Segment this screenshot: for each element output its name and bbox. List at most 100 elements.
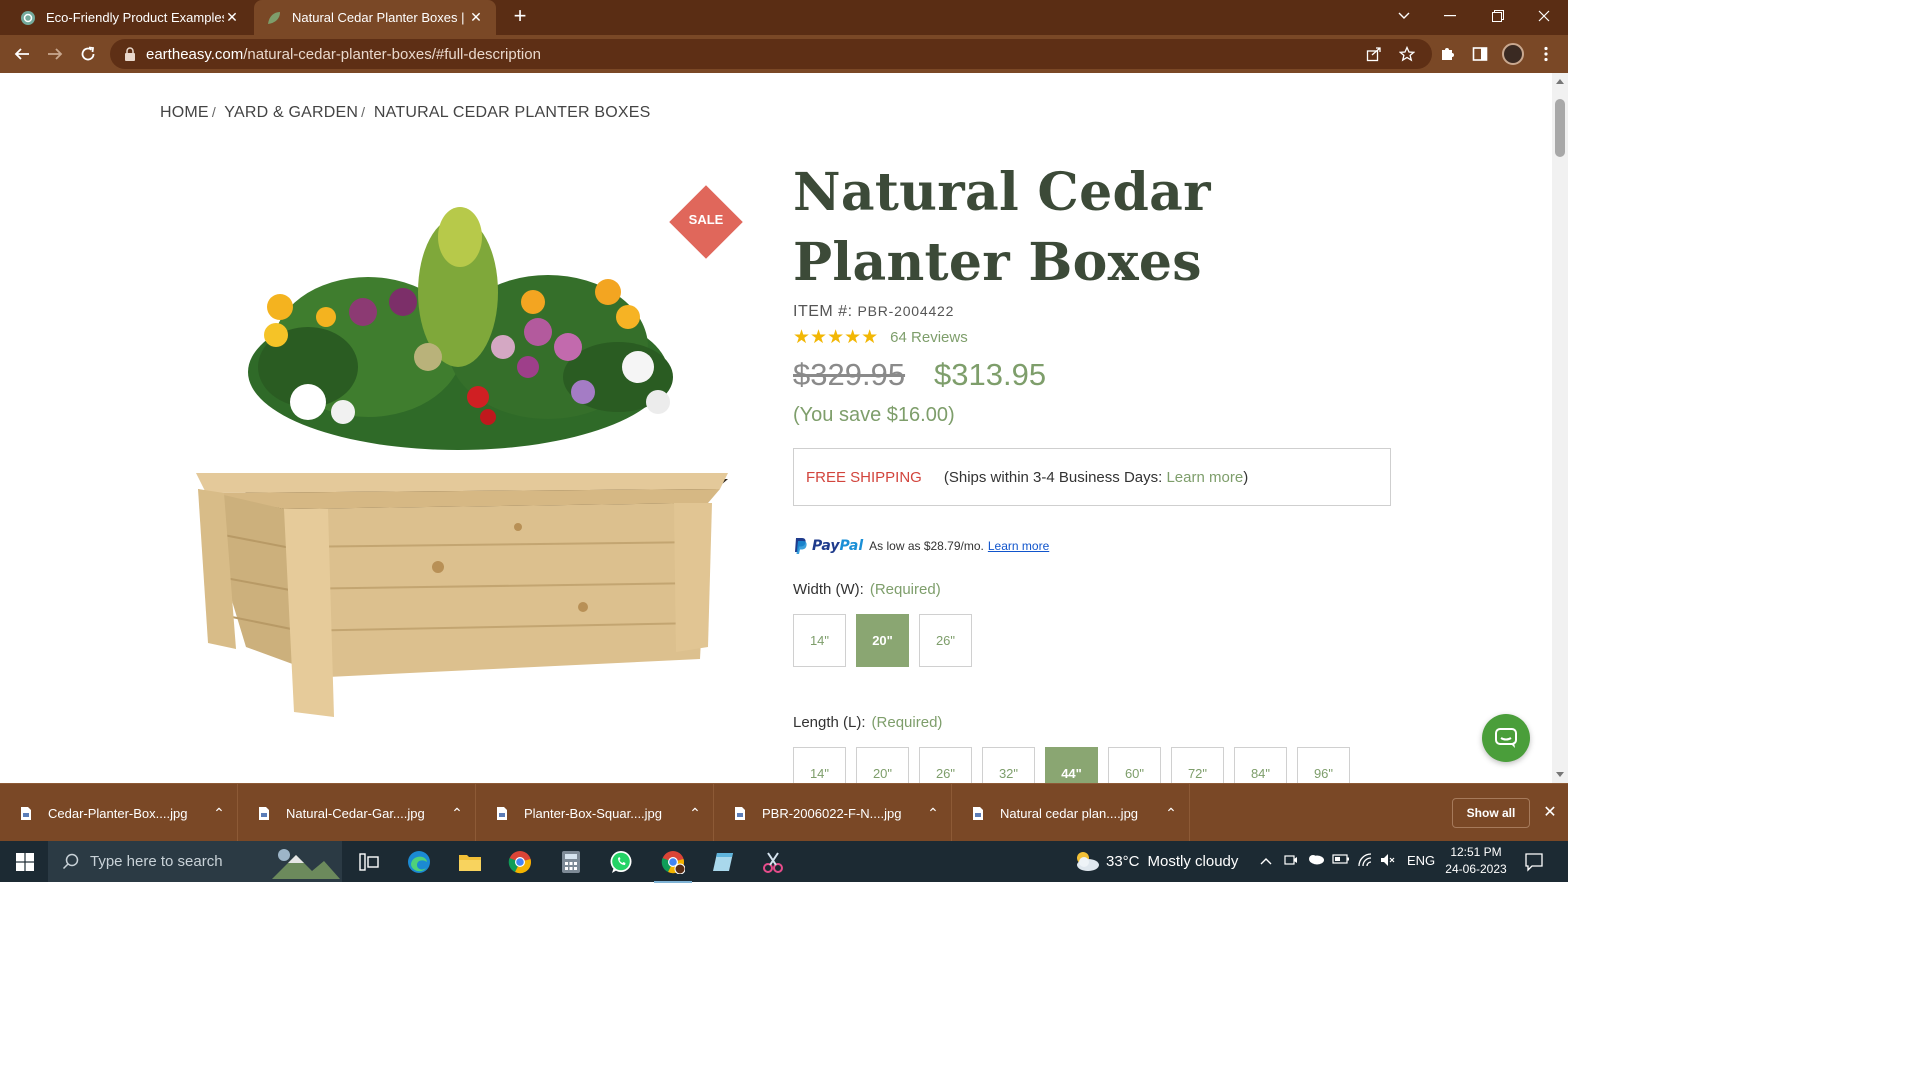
sale-price: $313.95	[934, 357, 1047, 392]
weather-temperature: 33°C	[1106, 852, 1140, 870]
close-downloads-icon[interactable]: ✕	[1540, 802, 1560, 822]
close-tab-icon[interactable]: ✕	[468, 9, 484, 26]
tab-eco-friendly[interactable]: Eco-Friendly Product Examples ✕	[8, 0, 252, 35]
share-icon[interactable]	[1362, 42, 1386, 66]
show-hidden-icons-chevron-icon[interactable]	[1260, 853, 1272, 868]
product-image[interactable]	[188, 197, 736, 727]
whatsapp-icon[interactable]	[608, 849, 634, 875]
length-option-32[interactable]: 32"	[982, 747, 1035, 783]
chevron-up-icon[interactable]: ⌃	[201, 805, 237, 822]
original-price: $329.95	[793, 357, 906, 392]
item-number-label: ITEM #:	[793, 303, 853, 320]
chevron-up-icon[interactable]: ⌃	[677, 805, 713, 822]
scroll-down-arrow-icon[interactable]	[1556, 772, 1564, 777]
length-option-44[interactable]: 44"	[1045, 747, 1098, 783]
weather-widget[interactable]: 33°C Mostly cloudy	[1072, 850, 1238, 872]
scroll-up-arrow-icon[interactable]	[1556, 79, 1564, 84]
show-all-downloads-button[interactable]: Show all	[1452, 798, 1530, 828]
close-window-button[interactable]	[1522, 0, 1566, 32]
download-item[interactable]: Cedar-Planter-Box....jpg ⌃	[0, 784, 238, 842]
reviews-link[interactable]: 64 Reviews	[890, 329, 968, 346]
chrome-profile-active-icon[interactable]	[654, 849, 692, 883]
breadcrumb-separator: /	[211, 104, 216, 120]
battery-icon[interactable]	[1332, 853, 1350, 868]
tab-natural-cedar[interactable]: Natural Cedar Planter Boxes | Ear ✕	[254, 0, 496, 35]
weather-description: Mostly cloudy	[1147, 852, 1239, 870]
taskbar-clock[interactable]: 12:51 PM 24-06-2023	[1440, 844, 1512, 878]
edge-browser-icon[interactable]	[406, 849, 432, 875]
reload-icon[interactable]	[76, 42, 100, 66]
back-arrow-icon[interactable]	[10, 42, 34, 66]
file-icon	[259, 806, 269, 820]
scrollbar-thumb[interactable]	[1555, 99, 1565, 157]
savings-text: (You save $16.00)	[793, 404, 955, 426]
calculator-icon[interactable]	[558, 849, 584, 875]
leaf-favicon-icon	[268, 11, 280, 24]
length-option-14[interactable]: 14"	[793, 747, 846, 783]
browser-toolbar: eartheasy.com/natural-cedar-planter-boxe…	[0, 35, 1568, 73]
task-view-icon[interactable]	[356, 849, 382, 875]
meet-now-icon[interactable]	[1284, 853, 1298, 870]
new-tab-button[interactable]: +	[508, 5, 532, 29]
chevron-up-icon[interactable]: ⌃	[439, 805, 475, 822]
profile-avatar[interactable]	[1502, 43, 1524, 65]
length-option-60[interactable]: 60"	[1108, 747, 1161, 783]
shipping-learn-more-link[interactable]: Learn more	[1166, 469, 1243, 486]
breadcrumb-current[interactable]: NATURAL CEDAR PLANTER BOXES	[374, 104, 651, 121]
download-item[interactable]: Natural-Cedar-Gar....jpg ⌃	[238, 784, 476, 842]
chevron-up-icon[interactable]: ⌃	[1153, 805, 1189, 822]
length-option-84[interactable]: 84"	[1234, 747, 1287, 783]
notepad-icon[interactable]	[710, 849, 736, 875]
address-bar[interactable]: eartheasy.com/natural-cedar-planter-boxe…	[110, 39, 1432, 69]
length-option-label: Length (L): (Required)	[793, 714, 943, 731]
free-shipping-label: FREE SHIPPING	[806, 468, 922, 486]
tab-title: Eco-Friendly Product Examples	[46, 10, 224, 25]
download-item[interactable]: Natural cedar plan....jpg ⌃	[952, 784, 1190, 842]
breadcrumb: HOME / YARD & GARDEN / NATURAL CEDAR PLANT…	[160, 104, 650, 122]
length-option-72[interactable]: 72"	[1171, 747, 1224, 783]
breadcrumb-home[interactable]: HOME	[160, 104, 209, 121]
length-option-26[interactable]: 26"	[919, 747, 972, 783]
search-icon	[62, 853, 79, 869]
chat-widget-button[interactable]	[1482, 714, 1530, 762]
paypal-learn-more-link[interactable]: Learn more	[988, 539, 1049, 553]
file-icon	[973, 806, 983, 820]
extensions-puzzle-icon[interactable]	[1435, 42, 1459, 66]
wifi-icon[interactable]	[1357, 853, 1373, 870]
tab-search-chevron-icon[interactable]	[1382, 0, 1426, 32]
download-item[interactable]: Planter-Box-Squar....jpg ⌃	[476, 784, 714, 842]
width-option-26[interactable]: 26"	[919, 614, 972, 667]
width-option-14[interactable]: 14"	[793, 614, 846, 667]
restore-button[interactable]	[1476, 0, 1520, 32]
volume-muted-icon[interactable]	[1380, 853, 1396, 870]
shipping-info-box: FREE SHIPPING (Ships within 3-4 Business…	[793, 448, 1391, 506]
length-option-20[interactable]: 20"	[856, 747, 909, 783]
width-option-label: Width (W): (Required)	[793, 581, 941, 598]
minimize-button[interactable]	[1428, 0, 1472, 32]
tab-title: Natural Cedar Planter Boxes | Ear	[292, 10, 468, 25]
side-panel-icon[interactable]	[1468, 42, 1492, 66]
width-option-20[interactable]: 20"	[856, 614, 909, 667]
page-scrollbar[interactable]	[1552, 73, 1568, 783]
length-option-96[interactable]: 96"	[1297, 747, 1350, 783]
breadcrumb-separator: /	[361, 104, 366, 120]
notification-center-icon[interactable]	[1524, 852, 1544, 872]
forward-arrow-icon[interactable]	[43, 42, 67, 66]
onedrive-cloud-icon[interactable]	[1307, 853, 1325, 868]
file-icon	[735, 806, 745, 820]
snipping-tool-icon[interactable]	[760, 849, 786, 875]
file-explorer-icon[interactable]	[457, 849, 483, 875]
chevron-up-icon[interactable]: ⌃	[915, 805, 951, 822]
item-number: ITEM #: PBR-2004422	[793, 303, 954, 321]
kebab-menu-icon[interactable]	[1534, 42, 1558, 66]
bookmark-star-icon[interactable]	[1395, 42, 1419, 66]
download-item[interactable]: PBR-2006022-F-N....jpg ⌃	[714, 784, 952, 842]
close-tab-icon[interactable]: ✕	[224, 9, 240, 26]
breadcrumb-yard-garden[interactable]: YARD & GARDEN	[224, 104, 358, 121]
windows-start-icon[interactable]	[16, 853, 34, 871]
language-indicator[interactable]: ENG	[1407, 853, 1435, 868]
chrome-icon[interactable]	[507, 849, 533, 875]
chat-bubble-icon	[1495, 728, 1517, 748]
file-icon	[497, 806, 507, 820]
openai-favicon-icon	[21, 10, 35, 25]
